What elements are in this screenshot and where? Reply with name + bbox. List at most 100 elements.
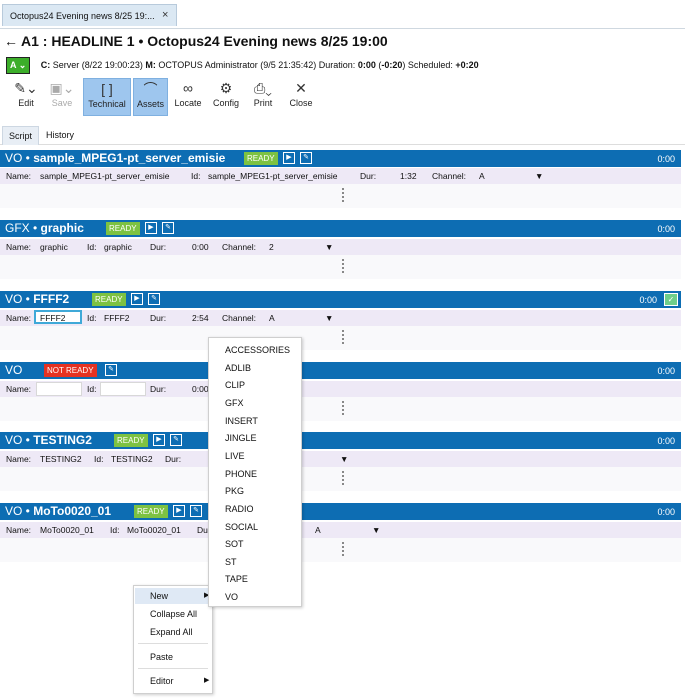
play-icon[interactable]: ▶ [173,505,185,517]
edit-icon[interactable]: ✎ [170,434,182,446]
dur-label: Dur: [150,242,167,252]
channel-select[interactable]: A [315,525,321,535]
save-button[interactable]: ▣⌄ Save [40,78,84,116]
dur-field[interactable]: 2:54 [192,313,209,323]
id-field[interactable] [100,382,146,396]
id-field[interactable]: MoTo0020_01 [127,525,181,535]
config-button[interactable]: ⚙ Config [208,78,244,116]
edit-icon[interactable]: ✎ [105,364,117,376]
play-icon[interactable]: ▶ [131,293,143,305]
drag-handle[interactable] [0,326,681,350]
id-field[interactable]: graphic [104,242,132,252]
menu-item-editor[interactable]: Editor [150,676,174,686]
dropdown-arrow-icon[interactable]: ▼ [372,525,380,535]
dur-field[interactable]: 1:32 [400,171,417,181]
name-field[interactable]: FFFF2 [40,313,66,323]
name-label: Name: [6,313,32,323]
dropdown-arrow-icon[interactable]: ▼ [340,454,348,464]
drag-handle[interactable] [0,397,681,421]
printer-icon: ⎙⌄ [254,80,272,96]
scheduled-label: Scheduled: [407,60,453,70]
block-duration: 0:00 [657,154,675,164]
tab-script[interactable]: Script [2,126,40,145]
name-label: Name: [6,525,32,535]
menu-highlight [135,588,211,604]
dropdown-arrow-icon[interactable]: ▼ [535,171,543,181]
locate-button[interactable]: ∞ Locate [170,78,206,116]
menu-item-expand-all[interactable]: Expand All [150,627,193,637]
play-icon[interactable]: ▶ [153,434,165,446]
name-field[interactable] [36,382,82,396]
duration-value: 0:00 [357,60,376,70]
menu-item-collapse-all[interactable]: Collapse All [150,609,197,619]
modified-label: M: [145,60,156,70]
story-status-badge[interactable]: A ⌄ [6,57,31,74]
story-block-header[interactable]: GFX • graphic READY ▶ ✎ 0:00 [0,220,681,237]
page-title: ← A1 : HEADLINE 1 • Octopus24 Evening new… [4,33,388,49]
submenu-item[interactable]: JINGLE [225,433,257,443]
channel-select[interactable]: 2 [269,242,274,252]
name-field[interactable]: TESTING2 [40,454,82,464]
name-field[interactable]: graphic [40,242,68,252]
id-field[interactable]: sample_MPEG1-pt_server_emisie [208,171,337,181]
name-label: Name: [6,242,32,252]
menu-item-paste[interactable]: Paste [150,652,173,662]
menu-divider [138,668,208,669]
edit-icon[interactable]: ✎ [300,152,312,164]
print-button[interactable]: ⎙⌄ Print [245,78,281,116]
submenu-item[interactable]: VO [225,592,238,602]
document-tab[interactable]: Octopus24 Evening news 8/25 19:... × [2,4,177,26]
id-field[interactable]: FFFF2 [104,313,130,323]
back-arrow-icon[interactable]: ← [4,33,18,49]
name-field[interactable]: MoTo0020_01 [40,525,94,535]
id-field[interactable]: TESTING2 [111,454,153,464]
tab-close-icon[interactable]: × [162,9,168,21]
technical-button[interactable]: [ ] Technical [83,78,131,116]
submenu-item[interactable]: TAPE [225,574,248,584]
dur-field[interactable]: 0:00 [192,384,209,394]
edit-icon[interactable]: ✎ [190,505,202,517]
story-block-header[interactable]: VO • sample_MPEG1-pt_server_emisie READY… [0,150,681,167]
dur-field[interactable]: 0:00 [192,242,209,252]
story-block-header[interactable]: VO NOT READY ✎ 0:00 [0,362,681,379]
submenu-item[interactable]: SOCIAL [225,522,258,532]
submenu-item[interactable]: INSERT [225,416,258,426]
channel-select[interactable]: A [479,171,485,181]
submenu-item[interactable]: SOT [225,539,244,549]
dropdown-arrow-icon[interactable]: ▼ [325,242,333,252]
close-button[interactable]: ✕ Close [283,78,319,116]
submenu-item[interactable]: ST [225,557,237,567]
submenu-item[interactable]: LIVE [225,451,245,461]
submenu-item[interactable]: GFX [225,398,244,408]
play-icon[interactable]: ▶ [145,222,157,234]
edit-icon[interactable]: ✎ [148,293,160,305]
dropdown-arrow-icon[interactable]: ▼ [325,313,333,323]
view-tabs: Script History [0,126,685,145]
submenu-item[interactable]: ADLIB [225,363,251,373]
tab-history[interactable]: History [40,126,80,144]
drag-handle[interactable] [0,184,681,208]
chevron-right-icon: ▶ [204,677,210,684]
drag-handle[interactable] [0,538,681,562]
channel-select[interactable]: A [269,313,275,323]
menu-item-new[interactable]: New [150,591,168,601]
checkmark-icon[interactable]: ✓ [664,293,678,306]
play-icon[interactable]: ▶ [283,152,295,164]
story-block-header[interactable]: VO • MoTo0020_01 READY ▶ ✎ 0:00 [0,503,681,520]
block-duration: 0:00 [657,436,675,446]
story-block-header[interactable]: VO • TESTING2 READY ▶ ✎ 0:00 [0,432,681,449]
edit-icon[interactable]: ✎ [162,222,174,234]
drag-handle[interactable] [0,467,681,491]
metadata-row: Name: TESTING2 Id: TESTING2 Dur: ▼ [0,451,681,467]
submenu-item[interactable]: RADIO [225,504,254,514]
submenu-item[interactable]: CLIP [225,380,245,390]
submenu-item[interactable]: ACCESSORIES [225,345,290,355]
assets-button[interactable]: ⌒ Assets [133,78,168,116]
id-label: Id: [87,313,97,323]
story-block-header[interactable]: VO • FFFF2 READY ▶ ✎ 0:00 ✓ [0,291,681,308]
dur-label: Dur: [150,384,167,394]
name-field[interactable]: sample_MPEG1-pt_server_emisie [40,171,169,181]
submenu-item[interactable]: PHONE [225,469,257,479]
submenu-item[interactable]: PKG [225,486,244,496]
drag-handle[interactable] [0,255,681,279]
